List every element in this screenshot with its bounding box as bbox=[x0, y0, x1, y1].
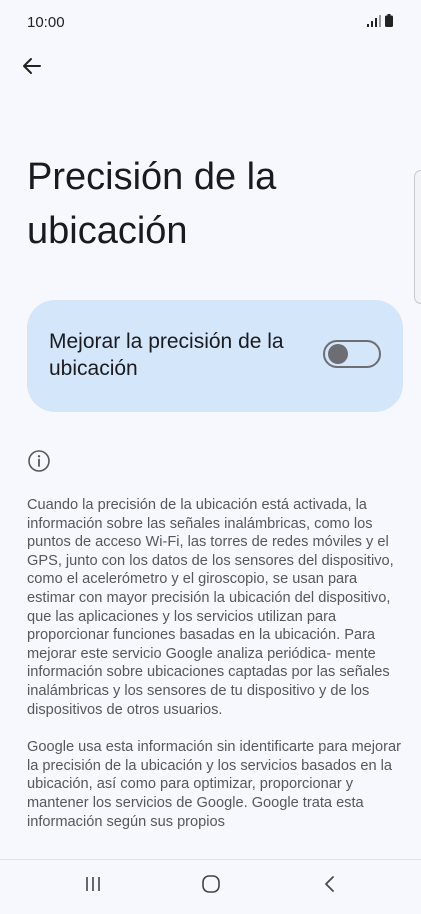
scroll-indicator[interactable] bbox=[414, 170, 421, 304]
recent-apps-icon bbox=[84, 876, 102, 897]
status-bar: 10:00 bbox=[0, 0, 421, 44]
status-icons bbox=[367, 14, 393, 32]
page-title: Precisión de la ubicación bbox=[27, 156, 277, 252]
signal-bars-icon bbox=[367, 14, 381, 32]
recent-apps-button[interactable] bbox=[79, 874, 107, 898]
navigation-bar bbox=[0, 859, 421, 914]
toggle-label: Mejorar la precisión de la ubicación bbox=[49, 330, 284, 380]
battery-icon bbox=[385, 14, 393, 32]
back-nav-button[interactable] bbox=[316, 874, 344, 898]
status-time: 10:00 bbox=[27, 14, 65, 31]
home-icon bbox=[201, 874, 221, 899]
description-paragraph: Google usa esta información sin identifi… bbox=[27, 739, 401, 830]
arrow-left-icon bbox=[21, 55, 43, 82]
home-button[interactable] bbox=[197, 874, 225, 898]
back-button[interactable] bbox=[14, 50, 50, 86]
description-paragraph: Cuando la precisión de la ubicación está… bbox=[27, 497, 394, 718]
switch-thumb bbox=[328, 344, 348, 364]
location-accuracy-switch[interactable] bbox=[323, 340, 381, 368]
description-text: Cuando la precisión de la ubicación está… bbox=[27, 496, 405, 850]
back-chevron-icon bbox=[323, 875, 337, 898]
improve-location-accuracy-card[interactable]: Mejorar la precisión de la ubicación bbox=[27, 300, 403, 412]
info-icon bbox=[27, 449, 51, 473]
